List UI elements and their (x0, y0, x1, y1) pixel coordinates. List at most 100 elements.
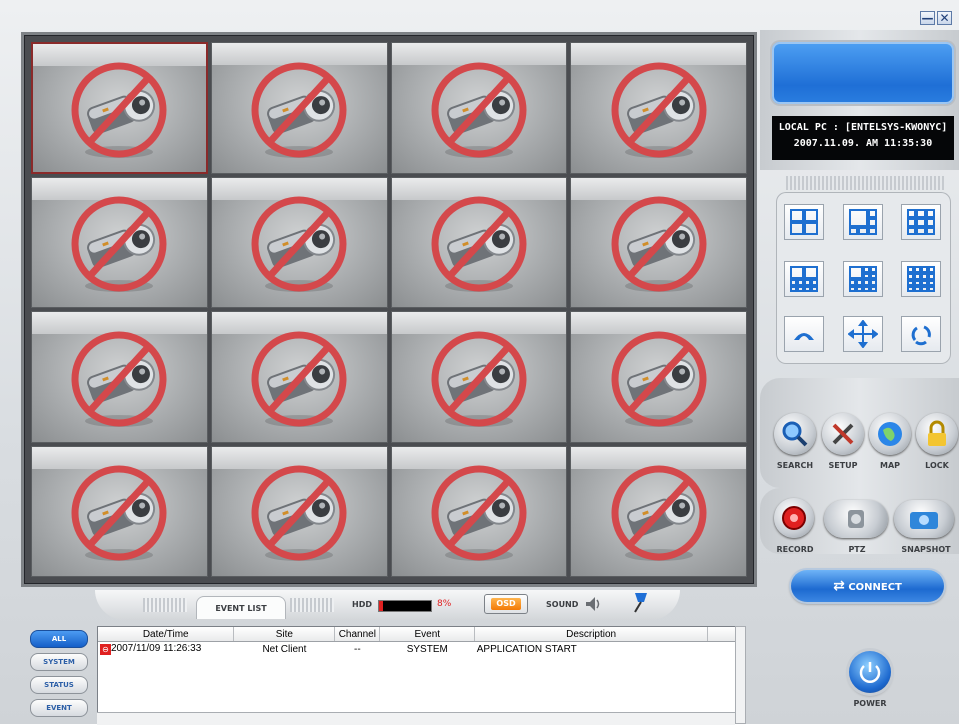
video-cell[interactable] (210, 445, 388, 577)
table-row[interactable]: ⊖ 2007/11/09 11:26:33 Net Client -- SYSTE… (98, 642, 736, 657)
layout-10-icon (790, 266, 818, 292)
video-cell[interactable] (31, 42, 208, 174)
grip-area (786, 176, 944, 190)
osd-button[interactable]: OSD (484, 594, 528, 614)
setup-label: SETUP (828, 461, 858, 470)
ptz-icon (848, 510, 864, 528)
layout-panel (776, 192, 951, 364)
video-cell[interactable] (570, 42, 747, 174)
no-camera-icon (611, 62, 707, 158)
lock-icon (928, 420, 946, 446)
no-camera-icon (251, 62, 347, 158)
video-cell[interactable] (31, 176, 208, 308)
video-cell[interactable] (210, 311, 388, 443)
search-button[interactable] (774, 413, 816, 455)
layout-13-button[interactable] (843, 261, 883, 297)
sound-label: SOUND (546, 600, 579, 609)
no-camera-icon (611, 465, 707, 562)
col-header-channel[interactable]: Channel (334, 627, 381, 642)
setup-button[interactable] (822, 413, 864, 455)
video-cell[interactable] (210, 42, 388, 174)
col-header-event[interactable]: Event (379, 627, 476, 642)
datetime-label: 2007.11.09. AM 11:35:30 (793, 138, 933, 149)
record-label: RECORD (776, 545, 814, 554)
power-label: POWER (853, 699, 887, 708)
lock-label: LOCK (925, 461, 949, 470)
video-cell[interactable] (31, 445, 208, 577)
video-cell[interactable] (570, 311, 747, 443)
connect-button[interactable]: ⇄ CONNECT (791, 570, 944, 602)
video-cell[interactable] (210, 176, 388, 308)
ptz-label: PTZ (848, 545, 866, 554)
col-header-description[interactable]: Description (474, 627, 708, 642)
cell-event: SYSTEM (406, 643, 448, 655)
connect-arrows-icon: ⇄ (833, 578, 845, 594)
layout-16-button[interactable] (901, 261, 941, 297)
search-label: SEARCH (776, 461, 814, 470)
cell-datetime: ⊖ 2007/11/09 11:26:33 (98, 642, 234, 657)
lock-button[interactable] (916, 413, 958, 455)
speaker-icon[interactable] (583, 594, 603, 614)
close-button[interactable]: ✕ (937, 11, 952, 25)
layout-6-button[interactable] (843, 204, 883, 240)
hdd-label: HDD (352, 600, 372, 609)
no-camera-icon (71, 331, 167, 427)
layout-16-icon (907, 266, 935, 292)
layout-9-button[interactable] (901, 204, 941, 240)
no-camera-icon (251, 331, 347, 427)
filter-system-button[interactable]: SYSTEM (30, 653, 88, 671)
refresh-button[interactable] (901, 316, 941, 352)
filter-event-button[interactable]: EVENT (30, 699, 88, 717)
col-header-datetime[interactable]: Date/Time (98, 627, 235, 642)
ptz-button[interactable] (824, 500, 888, 538)
grip-left (143, 598, 187, 612)
table-header-row: Date/Time Site Channel Event Description (98, 627, 736, 642)
snapshot-label: SNAPSHOT (901, 545, 951, 554)
col-header-site[interactable]: Site (233, 627, 336, 642)
no-camera-icon (251, 465, 347, 562)
no-camera-icon (71, 62, 167, 158)
system-event-icon: ⊖ (100, 644, 111, 655)
event-table-vscroll[interactable] (735, 626, 746, 724)
video-cell[interactable] (570, 445, 747, 577)
recycle-icon (911, 325, 931, 346)
move-button[interactable] (843, 316, 883, 352)
video-cell[interactable] (570, 176, 747, 308)
no-camera-icon (611, 331, 707, 427)
record-icon (782, 506, 806, 530)
layout-4-icon (790, 209, 818, 235)
map-label: MAP (879, 461, 900, 470)
no-camera-icon (431, 465, 527, 562)
search-icon (782, 421, 808, 447)
info-box: LOCAL PC : [ENTELSYS-KWONYC] 2007.11.09.… (772, 116, 954, 160)
event-table-hscroll[interactable] (97, 712, 735, 725)
video-cell[interactable] (390, 42, 568, 174)
filter-all-button[interactable]: ALL (30, 630, 88, 648)
video-cell[interactable] (390, 176, 568, 308)
event-table: Date/Time Site Channel Event Description… (97, 626, 737, 724)
map-globe-icon (878, 422, 902, 446)
local-pc-label: LOCAL PC : [ENTELSYS-KWONYC] (778, 122, 948, 133)
map-button[interactable] (869, 413, 911, 455)
pin-icon[interactable] (629, 590, 655, 616)
hdd-usage-fill (379, 601, 384, 611)
video-cell[interactable] (31, 311, 208, 443)
sequence-button[interactable] (784, 316, 824, 352)
power-button[interactable] (849, 651, 891, 693)
snapshot-camera-icon (910, 512, 938, 529)
minimize-button[interactable]: — (920, 11, 935, 25)
power-icon (859, 662, 881, 683)
tab-event-list[interactable]: EVENT LIST (196, 596, 286, 619)
snapshot-button[interactable] (894, 500, 954, 538)
layout-4-button[interactable] (784, 204, 824, 240)
no-camera-icon (71, 196, 167, 293)
layout-13-icon (849, 266, 877, 292)
layout-10-button[interactable] (784, 261, 824, 297)
no-camera-icon (251, 196, 347, 293)
video-cell[interactable] (390, 445, 568, 577)
layout-9-icon (907, 209, 935, 235)
record-button[interactable] (774, 498, 814, 538)
filter-status-button[interactable]: STATUS (30, 676, 88, 694)
hdd-percent: 8% (437, 599, 452, 609)
video-cell[interactable] (390, 311, 568, 443)
